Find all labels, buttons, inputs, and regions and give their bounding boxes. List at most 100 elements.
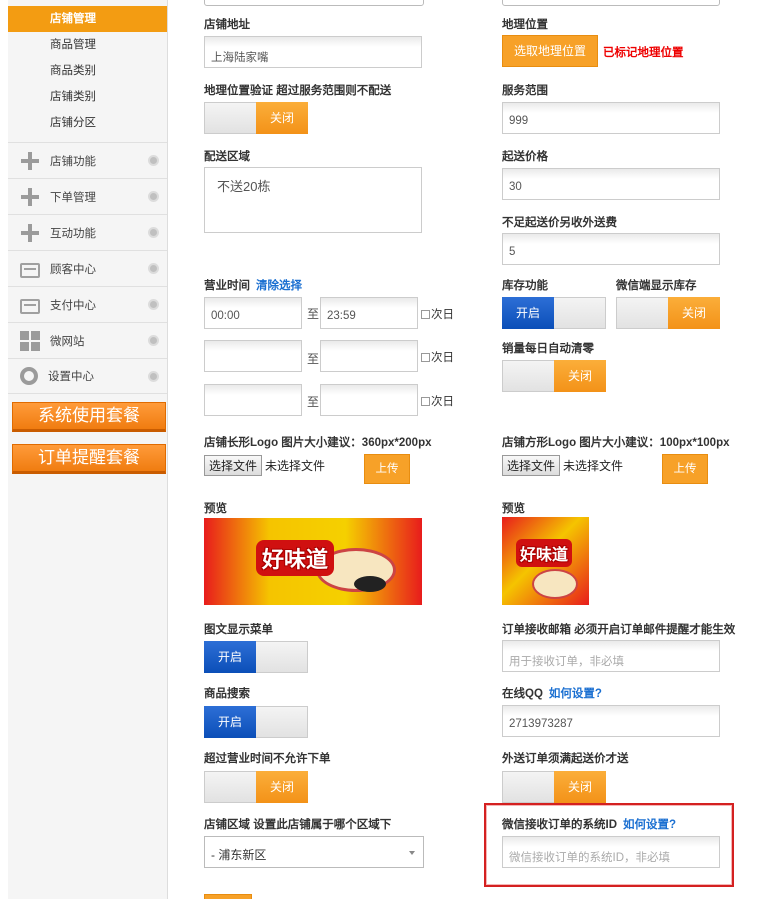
chevron-down-icon [409,851,415,855]
wechat-stock-toggle[interactable]: 关闭 [616,297,720,329]
next-day-checkbox-2[interactable]: 次日 [421,349,454,365]
wechat-how-to-link[interactable]: 如何设置? [623,819,676,831]
extra-fee-label: 不足起送价另收外送费 [502,217,617,229]
sidebar-nav-interaction[interactable]: 互动功能 [8,214,167,250]
inventory-label: 库存功能 [502,280,548,292]
expand-dot-icon [148,227,159,238]
expand-dot-icon [148,155,159,166]
checkbox-label: 次日 [431,352,454,364]
toggle-state: 关闭 [256,771,308,803]
shop-address-input[interactable]: 上海陆家嘴 [204,36,422,68]
wechat-order-id-input[interactable]: 微信接收订单的系统ID，非必填 [502,836,720,868]
logo-square-text: 好味道 [516,539,573,567]
logo-wide-upload-button[interactable]: 上传 [364,454,410,484]
checkbox-box [421,396,430,406]
menu-display-toggle[interactable]: 开启 [204,641,308,673]
sidebar-submenu: 店铺管理 商品管理 商品类别 店铺类别 店铺分区 [8,6,167,142]
qq-how-to-link[interactable]: 如何设置? [549,688,602,700]
daily-reset-toggle[interactable]: 关闭 [502,360,606,392]
sidebar-nav-settings[interactable]: 设置中心 [8,358,167,394]
toggle-state: 开启 [502,297,554,329]
toggle-state: 关闭 [554,771,606,803]
after-hours-label: 超过营业时间不允许下单 [204,753,331,765]
sidebar-nav-microsite[interactable]: 微网站 [8,322,167,358]
extra-fee-input[interactable]: 5 [502,233,720,265]
plus-icon [20,187,40,207]
toggle-state: 开启 [204,641,256,673]
order-reminder-package-button[interactable]: 订单提醒套餐 [12,444,166,474]
hours-end-3[interactable] [320,384,418,416]
nav-label: 店铺功能 [50,155,96,168]
to-separator: 至 [307,307,320,321]
product-search-label: 商品搜索 [204,688,250,700]
wechat-order-id-text: 微信接收订单的系统ID [502,819,617,831]
logo-square-file-input[interactable]: 选择文件 未选择文件 [502,455,623,476]
delivery-min-toggle[interactable]: 关闭 [502,771,606,803]
toggle-state: 关闭 [554,360,606,392]
geo-verify-toggle[interactable]: 关闭 [204,102,308,134]
selected-region: - 浦东新区 [211,848,267,862]
nav-label: 顾客中心 [50,263,96,276]
choose-file-button[interactable]: 选择文件 [204,455,263,476]
min-price-input[interactable]: 30 [502,168,720,200]
logo-wide-text: 好味道 [256,540,335,576]
expand-dot-icon [148,299,159,310]
logo-wide-preview-label: 预览 [204,503,227,515]
expand-dot-icon [148,263,159,274]
expand-dot-icon [148,191,159,202]
hours-start-3[interactable] [204,384,302,416]
cut-off-input-left[interactable] [204,0,424,6]
logo-square-label: 店铺方形Logo 图片大小建议：100px*100px [502,437,730,449]
sidebar-nav-order-management[interactable]: 下单管理 [8,178,167,214]
sidebar-nav-shop-features[interactable]: 店铺功能 [8,142,167,178]
logo-square-upload-button[interactable]: 上传 [662,454,708,484]
daily-reset-label: 销量每日自动清零 [502,343,594,355]
to-separator: 至 [307,352,320,366]
to-separator: 至 [307,395,320,409]
geo-verify-label: 地理位置验证 超过服务范围则不配送 [204,85,392,97]
clear-selection-link[interactable]: 清除选择 [256,280,302,292]
checkbox-box [421,309,430,319]
nav-label: 微网站 [50,335,85,348]
expand-dot-icon [148,371,159,382]
select-location-button[interactable]: 选取地理位置 [502,35,598,67]
toggle-state: 开启 [204,706,256,738]
gear-icon [20,367,38,385]
sidebar-item-product-category[interactable]: 商品类别 [8,58,167,84]
service-range-input[interactable]: 999 [502,102,720,134]
choose-file-button[interactable]: 选择文件 [502,455,561,476]
sidebar-item-shop-zone[interactable]: 店铺分区 [8,110,167,136]
logo-square-preview-label: 预览 [502,503,525,515]
online-qq-input[interactable]: 2713973287 [502,705,720,737]
bowl-icon [354,576,386,592]
shop-region-select[interactable]: - 浦东新区 [204,836,424,868]
sidebar-item-shop-management[interactable]: 店铺管理 [8,6,167,32]
sidebar-nav-customer-center[interactable]: 顾客中心 [8,250,167,286]
menu-display-label: 图文显示菜单 [204,624,273,636]
no-file-text: 未选择文件 [563,459,624,473]
logo-wide-file-input[interactable]: 选择文件 未选择文件 [204,455,325,476]
delivery-min-label: 外送订单须满起送价才送 [502,753,629,765]
hours-start-2[interactable] [204,340,302,372]
delivery-area-label: 配送区域 [204,151,250,163]
next-day-checkbox-1[interactable]: 次日 [421,306,454,322]
hours-end-1[interactable]: 23:59 [320,297,418,329]
product-search-toggle[interactable]: 开启 [204,706,308,738]
food-plate-icon [532,569,578,599]
order-email-input[interactable]: 用于接收订单，非必填 [502,640,720,672]
sidebar-item-product-management[interactable]: 商品管理 [8,32,167,58]
inventory-toggle[interactable]: 开启 [502,297,606,329]
delivery-area-textarea[interactable]: 不送20栋 [204,167,422,233]
submit-button-cut[interactable] [204,894,252,899]
after-hours-toggle[interactable]: 关闭 [204,771,308,803]
nav-label: 支付中心 [50,299,96,312]
geo-location-label: 地理位置 [502,19,548,31]
sidebar-nav-payment-center[interactable]: 支付中心 [8,286,167,322]
logo-wide-preview-image: 好味道 [204,518,422,605]
next-day-checkbox-3[interactable]: 次日 [421,393,454,409]
sidebar-item-shop-category[interactable]: 店铺类别 [8,84,167,110]
hours-start-1[interactable]: 00:00 [204,297,302,329]
system-package-button[interactable]: 系统使用套餐 [12,402,166,432]
hours-end-2[interactable] [320,340,418,372]
cut-off-input-right[interactable] [502,0,720,6]
